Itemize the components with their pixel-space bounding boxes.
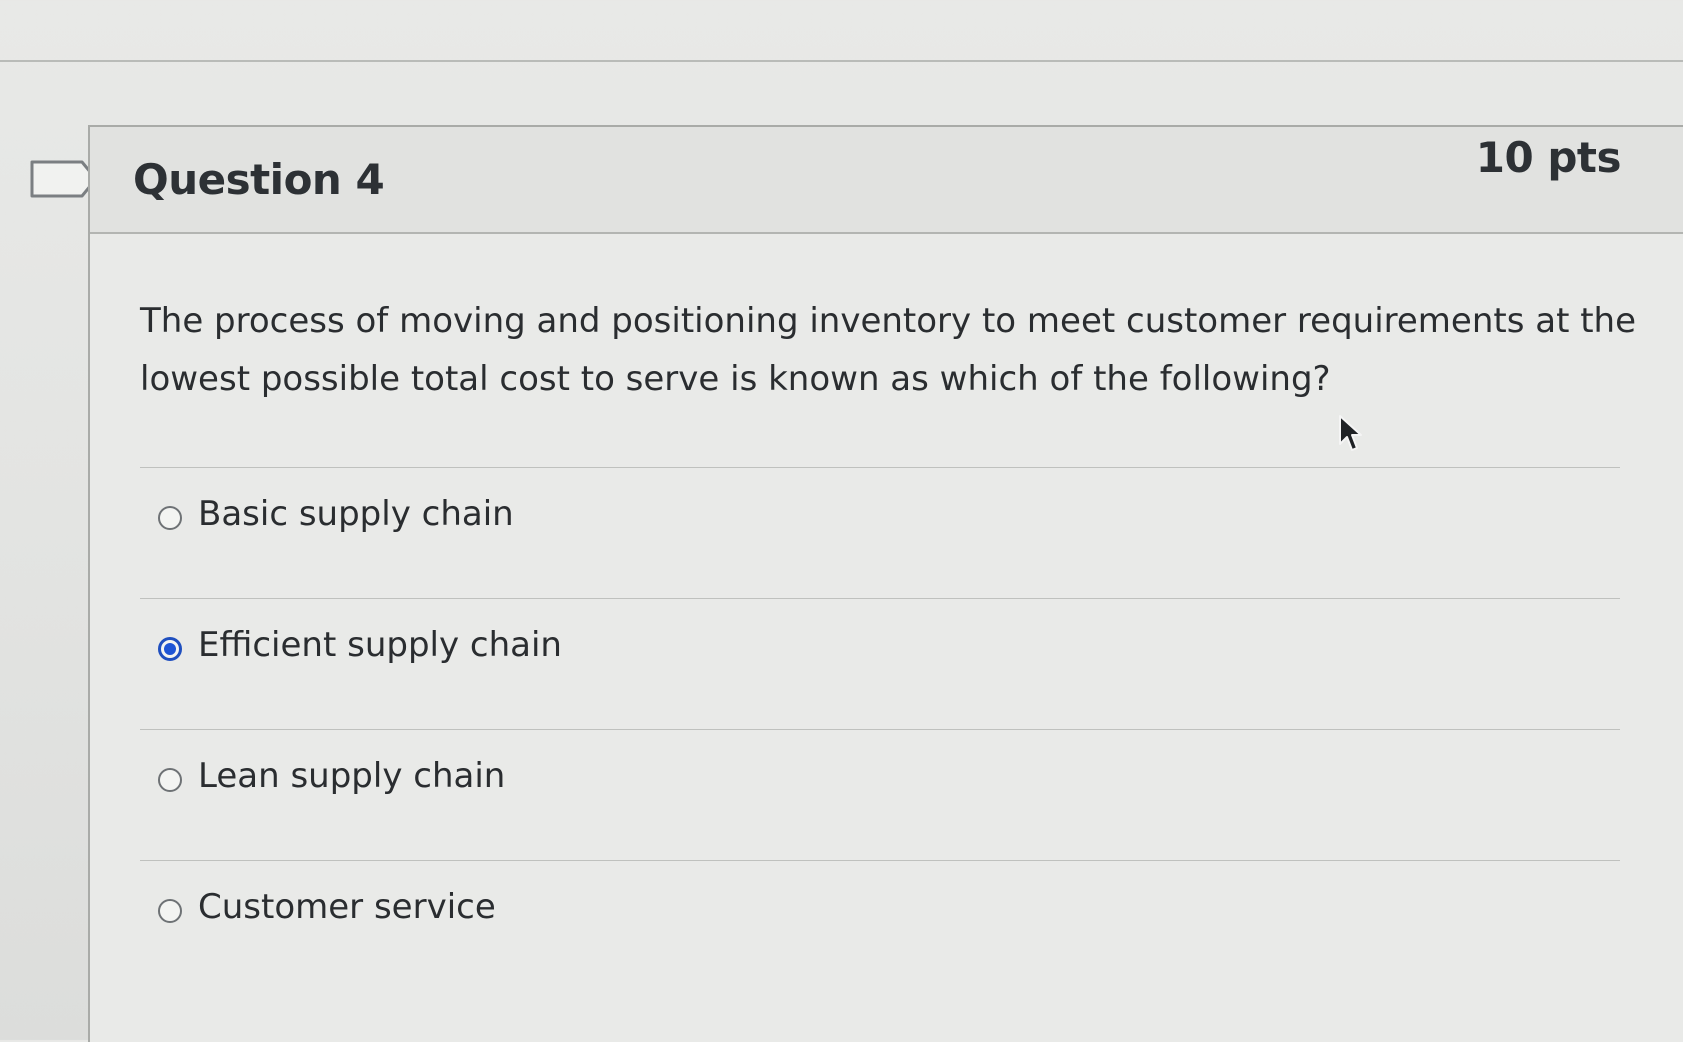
- answer-label[interactable]: Lean supply chain: [198, 756, 505, 796]
- question-card: Question 4 10 pts The process of moving …: [88, 125, 1683, 1042]
- question-points: 10 pts: [1475, 133, 1622, 182]
- answer-label[interactable]: Basic supply chain: [198, 494, 514, 534]
- question-header: Question 4 10 pts: [90, 127, 1683, 234]
- radio-button[interactable]: [158, 899, 182, 923]
- answer-option[interactable]: Customer service: [140, 860, 1620, 991]
- answer-label[interactable]: Customer service: [198, 887, 496, 927]
- answer-list: Basic supply chain Efficient supply chai…: [140, 467, 1620, 991]
- radio-button-selected[interactable]: [158, 637, 182, 661]
- answer-option[interactable]: Basic supply chain: [140, 467, 1620, 598]
- question-text: The process of moving and positioning in…: [140, 301, 1636, 399]
- top-divider: [0, 60, 1683, 62]
- answer-option[interactable]: Efficient supply chain: [140, 598, 1620, 729]
- radio-button[interactable]: [158, 768, 182, 792]
- question-body: The process of moving and positioning in…: [140, 252, 1660, 408]
- radio-button[interactable]: [158, 506, 182, 530]
- mouse-pointer-icon: [1339, 415, 1362, 451]
- answer-option[interactable]: Lean supply chain: [140, 729, 1620, 860]
- answer-label[interactable]: Efficient supply chain: [198, 625, 562, 665]
- question-title: Question 4: [133, 155, 385, 204]
